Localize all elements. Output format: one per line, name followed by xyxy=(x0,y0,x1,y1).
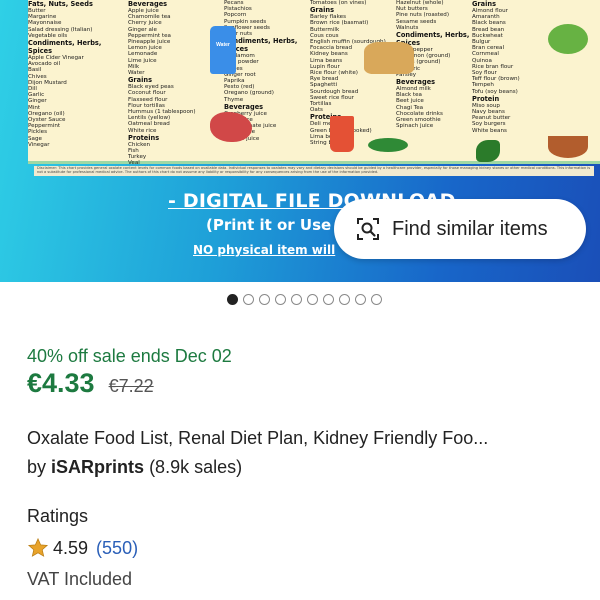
carousel-dot[interactable] xyxy=(339,294,350,305)
star-icon xyxy=(27,537,49,557)
chart-food-item: Vinegar xyxy=(28,141,50,148)
salad-illustration xyxy=(548,24,588,54)
chart-column: Grains Almond flour Amaranth Black beans Bre… xyxy=(472,0,562,134)
find-similar-items-label: Find similar items xyxy=(392,217,548,240)
carousel-indicator xyxy=(227,294,382,305)
sales-count: (8.9k sales) xyxy=(149,457,243,477)
carousel-dot[interactable] xyxy=(243,294,254,305)
rating-count-link[interactable]: (550) xyxy=(96,538,138,559)
chart-section-heading: Grains xyxy=(472,0,496,8)
chart-section-heading: Condiments, Herbs, Spices xyxy=(28,39,102,56)
rating-value: 4.59 xyxy=(53,537,89,558)
carousel-dot[interactable] xyxy=(227,294,238,305)
carousel-dot[interactable] xyxy=(307,294,318,305)
chart-column: Fats, Nuts, Seeds Butter Margarine Mayonnai… xyxy=(28,0,118,148)
chart-section-heading: Proteins xyxy=(310,113,342,122)
image-search-icon xyxy=(357,218,379,240)
promo-line-3: NO physical item will xyxy=(193,243,336,257)
chart-section-heading: Beverages xyxy=(224,102,264,111)
carousel-dot[interactable] xyxy=(355,294,366,305)
chart-disclaimer: Disclaimer: This chart provides general … xyxy=(34,166,594,176)
green-beans-illustration xyxy=(368,138,408,152)
listing-title[interactable]: Oxalate Food List, Renal Diet Plan, Kidn… xyxy=(27,428,577,449)
chart-section-heading: Grains xyxy=(128,76,152,85)
shop-name-link[interactable]: iSARprints xyxy=(51,457,144,477)
promo-line-2: (Print it or Use xyxy=(206,216,332,234)
original-price: €7.22 xyxy=(108,376,154,396)
juice-glass-illustration xyxy=(330,116,354,152)
sale-notice: 40% off sale ends Dec 02 xyxy=(27,346,232,366)
carousel-dot[interactable] xyxy=(323,294,334,305)
chart-column: Beverages Apple juice Chamomile tea Cherry … xyxy=(128,0,218,167)
chart-section-heading: Protein xyxy=(472,94,500,103)
seller-line: by iSARprints (8.9k sales) xyxy=(27,457,242,478)
price-row: €4.33 €7.22 xyxy=(27,368,154,399)
bowl-illustration xyxy=(548,136,588,158)
chart-section-heading: Condiments, Herbs, Spices xyxy=(224,37,298,54)
carousel-dot[interactable] xyxy=(291,294,302,305)
vat-note: VAT Included xyxy=(27,569,133,589)
bread-illustration xyxy=(364,42,414,74)
chart-section-heading: Grains xyxy=(310,6,334,15)
rating-summary[interactable]: 4.59 (550) xyxy=(27,537,138,559)
by-prefix: by xyxy=(27,457,47,477)
chart-section-heading: Proteins xyxy=(128,133,160,142)
ratings-heading: Ratings xyxy=(27,506,89,526)
water-bottle-illustration: Water xyxy=(210,26,236,74)
carousel-dot[interactable] xyxy=(371,294,382,305)
meat-illustration xyxy=(210,112,252,142)
spinach-illustration xyxy=(476,140,500,162)
chart-food-item: White beans xyxy=(472,127,507,134)
listing-image[interactable]: Fats, Nuts, Seeds Butter Margarine Mayonnai… xyxy=(0,0,600,282)
carousel-dot[interactable] xyxy=(259,294,270,305)
water-label: Water xyxy=(216,42,230,48)
food-chart-sheet: Fats, Nuts, Seeds Butter Margarine Mayonnai… xyxy=(28,0,600,167)
chart-section-heading: Beverages xyxy=(128,0,168,8)
sale-price: €4.33 xyxy=(27,368,95,398)
chart-section-heading: Fats, Nuts, Seeds xyxy=(28,0,93,8)
carousel-dot[interactable] xyxy=(275,294,286,305)
find-similar-items-button[interactable]: Find similar items xyxy=(334,199,586,259)
